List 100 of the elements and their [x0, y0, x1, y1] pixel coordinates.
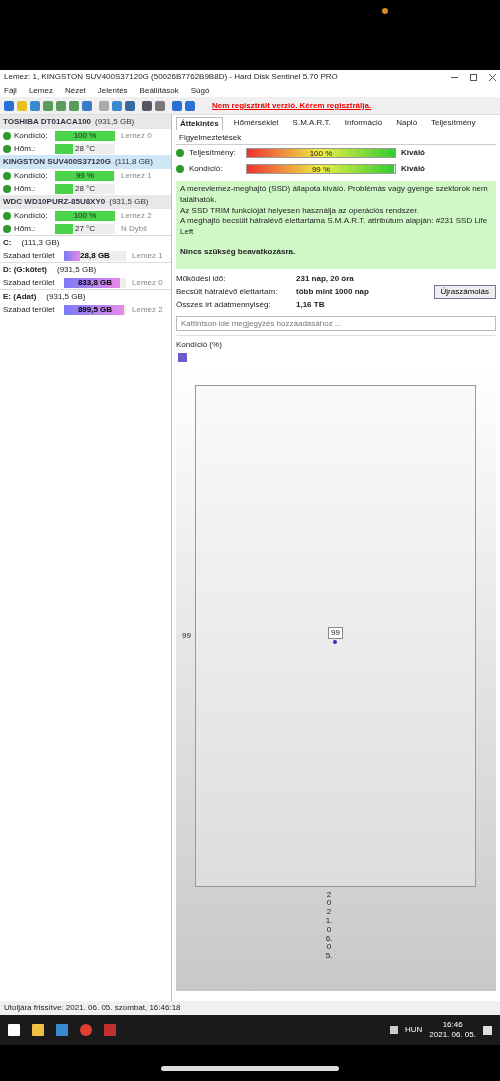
disk-name: KINGSTON SUV400S37120G: [3, 157, 111, 167]
bar-value: 899,5 GB: [76, 304, 114, 315]
start-icon[interactable]: [8, 1024, 20, 1036]
y-axis-label: 99: [182, 630, 191, 641]
summary-text: A meghajtó becsült hátralévő élettartama S.M.A.R.T. attribútum alapján: #231 SSD Life Left: [180, 216, 489, 238]
disk-size: (111,8 GB): [114, 157, 153, 167]
toolbar-icon[interactable]: [30, 100, 40, 111]
tab[interactable]: S.M.A.R.T.: [289, 117, 334, 130]
info-value: 1,16 TB: [296, 300, 325, 311]
note-field[interactable]: Kattintson ide megjegyzés hozzáadásához ...: [176, 315, 496, 331]
bar-value: 100 %: [72, 130, 98, 141]
disk-size: (931,5 GB): [109, 197, 149, 207]
summary-note: Nincs szükség beavatkozásra.: [180, 247, 297, 258]
maximize-icon[interactable]: [470, 73, 477, 81]
meter-rating: Kiváló: [401, 148, 425, 158]
info-label: Becsült hátralévő élettartam:: [176, 287, 279, 298]
toolbar-icon[interactable]: [185, 100, 195, 111]
window-title: Lemez: 1, KINGSTON SUV400S37120G (50026B7762B9B8D) - Hard Disk Sentinel 5.70 PRO: [4, 72, 338, 82]
disk-index-label: Lemez 0: [132, 277, 163, 288]
menu-item[interactable]: Jelentés: [97, 85, 128, 96]
disk-index-label: Lemez 1: [132, 250, 163, 261]
bar-value: 100 %: [72, 210, 98, 221]
menu-item[interactable]: Beállítások: [139, 85, 179, 96]
summary-text: A merevlemez-meghajtó (SSD) állapota kiváló. Problémás vagy gyenge szektorok nem találhatók.: [180, 184, 489, 206]
toolbar-icon[interactable]: [43, 100, 53, 111]
disk-name: WDC WD10PURZ-85U8XY0: [3, 197, 106, 207]
bar-value: 99 %: [74, 170, 96, 181]
clock-date: 2021. 06. 05.: [429, 1030, 476, 1040]
meter-rating: Kiváló: [401, 164, 425, 174]
row-label: Kondíció:: [14, 170, 49, 181]
row-label: Szabad terület: [3, 277, 56, 288]
menu-item[interactable]: Súgó: [190, 85, 210, 96]
toolbar-icon[interactable]: [82, 100, 92, 111]
bar-value: 833,8 GB: [76, 277, 114, 288]
disk-header[interactable]: WDC WD10PURZ-85U8XY0 (931,5 GB): [0, 195, 171, 209]
disk-index-label: Lemez 1: [121, 170, 152, 181]
disk-name: TOSHIBA DT01ACA100: [3, 117, 92, 127]
tab[interactable]: Napló: [393, 117, 421, 130]
chart-title: Kondíció (%): [176, 339, 222, 350]
bar-value: 28 °C: [73, 183, 97, 194]
tab[interactable]: Áttekintés: [176, 117, 223, 130]
row-label: Hőm.:: [14, 183, 37, 194]
toolbar-icon[interactable]: [56, 100, 66, 111]
disk-index-label: Lemez 0: [121, 130, 152, 141]
bar-value: 28 °C: [73, 143, 97, 154]
tab[interactable]: Figyelmeztetések: [176, 132, 245, 144]
toolbar-icon[interactable]: [142, 100, 152, 111]
disk-size: (931,5 GB): [95, 117, 135, 127]
toolbar-icon[interactable]: [155, 100, 165, 111]
tab[interactable]: Hőmérséklet: [230, 117, 282, 130]
meter-label: Kondíció:: [189, 164, 224, 174]
info-value: több mint 1000 nap: [296, 287, 369, 298]
summary-text: Az SSD TRIM funkcióját helyesen használja az operációs rendszer.: [180, 205, 420, 217]
disk-index-label: Lemez 2: [132, 304, 163, 315]
row-label: Kondíció:: [14, 210, 49, 221]
info-label: Működési idő:: [176, 274, 227, 285]
toolbar-icon[interactable]: [4, 100, 14, 111]
disk-header[interactable]: TOSHIBA DT01ACA100 (931,5 GB): [0, 115, 171, 129]
data-point: [333, 640, 338, 645]
row-label: Szabad terület: [3, 250, 56, 261]
menu-item[interactable]: Nézet: [64, 85, 86, 96]
meter-value: 99 %: [310, 165, 332, 175]
clock-time: 16:46: [441, 1020, 464, 1030]
toolbar-icon[interactable]: [125, 100, 135, 111]
disk-index-label: N Dybil: [121, 223, 147, 234]
menu-item[interactable]: Fájl: [4, 85, 17, 96]
bar-value: 27 °C: [73, 223, 97, 234]
toolbar-icon[interactable]: [172, 100, 182, 111]
disk-header[interactable]: KINGSTON SUV400S37120G (111,8 GB): [0, 155, 171, 169]
status-dot-icon: [382, 8, 388, 14]
tray-icon[interactable]: [389, 1026, 398, 1034]
volume-size: (111,3 GB): [21, 237, 60, 248]
row-label: Hőm.:: [14, 223, 37, 234]
volume-size: (931,5 GB): [57, 264, 97, 275]
meter-value: 100 %: [308, 149, 334, 159]
register-link[interactable]: Nem regisztrált verzió. Kérem regisztrálja.: [212, 100, 372, 111]
close-icon[interactable]: [489, 73, 496, 81]
x-axis-label: 2021. 06. 05.: [325, 890, 333, 961]
recalculate-button[interactable]: Újraszámolás: [433, 285, 496, 300]
volume-name: D: (G:kötet): [3, 264, 47, 275]
volume-name: C:: [3, 237, 12, 248]
info-value: 231 nap, 20 óra: [296, 274, 354, 285]
language-indicator[interactable]: HUN: [404, 1025, 423, 1035]
tab[interactable]: Teljesítmény: [428, 117, 479, 130]
row-label: Szabad terület: [3, 304, 56, 315]
toolbar-icon[interactable]: [69, 100, 79, 111]
notification-icon[interactable]: [483, 1025, 492, 1035]
toolbar-icon[interactable]: [112, 100, 122, 111]
bar-value: 28,8 GB: [79, 250, 111, 261]
row-label: Hőm.:: [14, 143, 37, 154]
menu-item[interactable]: Lemez: [28, 85, 53, 96]
volume-name: E: (Adat): [3, 291, 37, 302]
meter-label: Teljesítmény:: [189, 148, 237, 158]
info-label: Összes írt adatmennyiség:: [176, 300, 272, 311]
disk-index-label: Lemez 2: [121, 210, 152, 221]
row-label: Kondíció:: [14, 130, 49, 141]
tab[interactable]: Információ: [341, 117, 386, 130]
minimize-icon[interactable]: [451, 76, 458, 78]
volume-size: (931,5 GB): [46, 291, 86, 302]
chart-options-icon[interactable]: [178, 352, 187, 362]
